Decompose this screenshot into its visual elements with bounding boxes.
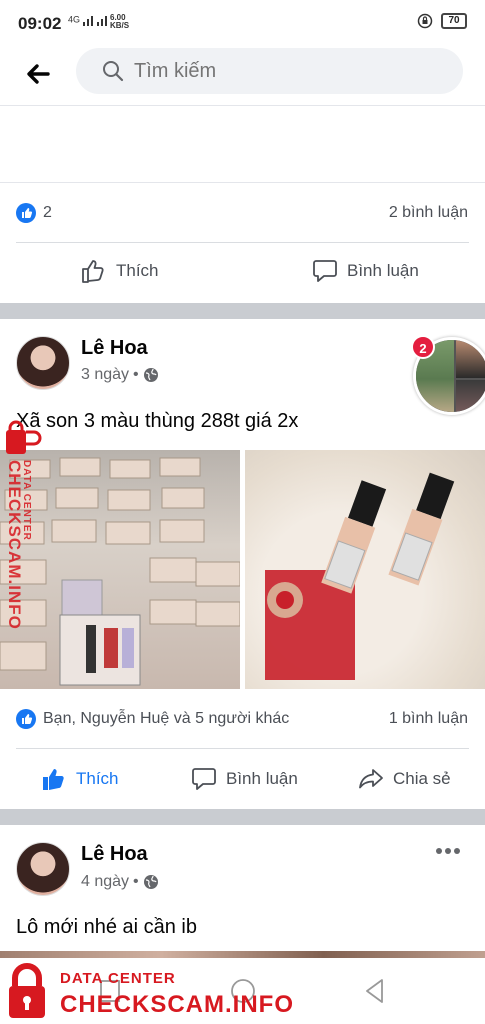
- chat-head-photo: [456, 340, 485, 378]
- feed-separator: [0, 303, 485, 319]
- post-time[interactable]: 4 ngày: [81, 873, 129, 891]
- post-photo[interactable]: [245, 450, 485, 689]
- watermark-vertical-text: DATA CENTER CHECKSCAM.INFO: [2, 460, 42, 660]
- back-arrow-icon[interactable]: [22, 58, 54, 90]
- like-reaction-icon: [16, 709, 36, 729]
- thumbs-up-icon: [43, 769, 64, 790]
- share-icon: [359, 769, 383, 789]
- status-bar: 09:02 4G 6.00 KB/S 70: [0, 0, 485, 48]
- battery-icon: 70: [441, 13, 467, 29]
- divider: [16, 748, 469, 749]
- meta-separator: •: [133, 366, 139, 383]
- comment-count[interactable]: 1 bình luận: [389, 710, 468, 728]
- reaction-names: Bạn, Nguyễn Huệ và 5 người khác: [43, 710, 290, 727]
- lipstick-closeup-image: [265, 472, 455, 680]
- like-button[interactable]: Thích: [40, 765, 119, 793]
- bottom-area: DATA CENTER CHECKSCAM.INFO: [0, 958, 485, 1024]
- thumbs-up-icon: [82, 260, 104, 283]
- notification-badge: 2: [411, 335, 435, 359]
- author-name[interactable]: Lê Hoa: [81, 843, 148, 866]
- back-nav-icon[interactable]: [362, 977, 388, 1005]
- search-bar[interactable]: [76, 48, 463, 94]
- meta-separator: •: [133, 873, 139, 890]
- like-label: Thích: [116, 261, 159, 280]
- watermark-lock-icon: [9, 963, 45, 1018]
- watermark-line1: DATA CENTER: [60, 970, 176, 987]
- divider: [16, 242, 469, 243]
- reaction-count: 2: [43, 204, 52, 221]
- search-input[interactable]: [134, 48, 434, 94]
- share-button[interactable]: Chia sẻ: [357, 765, 451, 793]
- post-card: Lê Hoa 4 ngày • Lô mới nhé ai cần ib: [0, 825, 485, 958]
- reaction-summary[interactable]: Bạn, Nguyễn Huệ và 5 người khác 1 bình l…: [0, 689, 485, 749]
- post-photo-strip: [0, 951, 485, 958]
- like-button[interactable]: Thích: [80, 257, 159, 285]
- like-label: Thích: [76, 769, 119, 788]
- network-type: 4G: [68, 14, 81, 25]
- comment-count[interactable]: 2 bình luận: [389, 204, 468, 222]
- more-icon[interactable]: [435, 847, 461, 855]
- status-right: 70: [417, 13, 467, 29]
- post-time[interactable]: 3 ngày: [81, 366, 129, 384]
- comment-icon: [313, 260, 337, 282]
- like-reaction-icon: [16, 203, 36, 223]
- share-label: Chia sẻ: [393, 769, 451, 788]
- post-meta: 3 ngày •: [81, 366, 159, 384]
- net-speed: 6.00 KB/S: [110, 14, 129, 30]
- comment-button[interactable]: Bình luận: [190, 765, 298, 793]
- top-bar: [0, 48, 485, 106]
- post-meta: 4 ngày •: [81, 873, 159, 891]
- avatar[interactable]: [16, 336, 70, 390]
- search-icon: [103, 61, 124, 82]
- comment-label: Bình luận: [347, 261, 419, 280]
- reaction-summary[interactable]: 2 2 bình luận: [0, 183, 485, 243]
- chat-head-photo: [456, 380, 485, 412]
- net-speed-unit: KB/S: [110, 21, 130, 30]
- watermark-line2: CHECKSCAM.INFO: [60, 991, 294, 1018]
- post-card: Lê Hoa 3 ngày • 2 Xã son 3 màu thùng 288…: [0, 319, 485, 809]
- post-text: Lô mới nhé ai cần ib: [16, 916, 197, 938]
- comment-label: Bình luận: [226, 769, 298, 788]
- post-previous: 2 2 bình luận Thích Bình luận: [0, 107, 485, 303]
- feed-separator: [0, 809, 485, 825]
- avatar[interactable]: [16, 842, 70, 896]
- globe-icon: [143, 875, 158, 889]
- comment-button[interactable]: Bình luận: [311, 257, 419, 285]
- author-name[interactable]: Lê Hoa: [81, 337, 148, 360]
- comment-icon: [192, 768, 216, 790]
- watermark-line2: CHECKSCAM.INFO: [5, 460, 24, 630]
- globe-icon: [143, 368, 158, 382]
- post-text: Xã son 3 màu thùng 288t giá 2x: [16, 410, 299, 432]
- signal-indicator: 4G: [68, 14, 115, 26]
- watermark-vertical: DATA CENTER CHECKSCAM.INFO: [2, 420, 42, 660]
- lock-rotation-icon: [417, 13, 433, 29]
- status-time: 09:02: [18, 14, 62, 33]
